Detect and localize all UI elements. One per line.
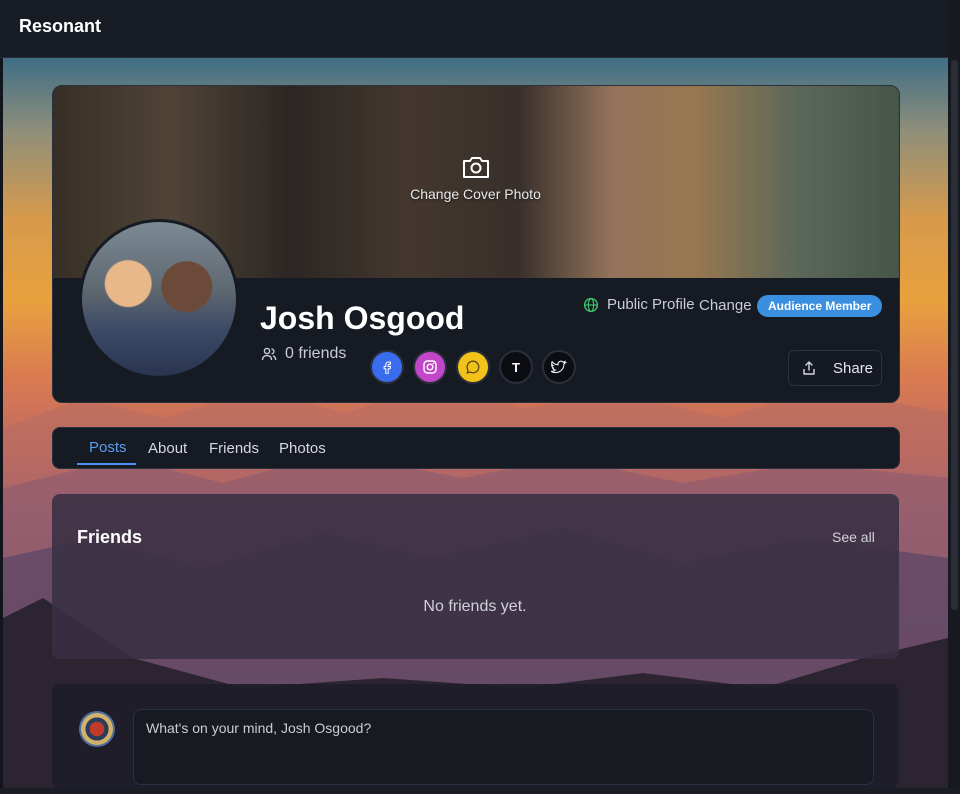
profile-visibility: Public Profile bbox=[583, 296, 695, 313]
share-icon bbox=[803, 361, 815, 375]
page-scrollbar[interactable] bbox=[948, 0, 960, 794]
friends-count[interactable]: 0 friends bbox=[261, 345, 346, 363]
top-navbar: Resonant bbox=[0, 0, 948, 58]
facebook-icon bbox=[383, 361, 392, 374]
profile-name: Josh Osgood bbox=[260, 300, 465, 336]
see-all-link[interactable]: See all bbox=[832, 529, 875, 545]
tab-posts[interactable]: Posts bbox=[89, 439, 127, 456]
globe-icon bbox=[583, 297, 599, 312]
chat-bubble-icon bbox=[466, 360, 480, 374]
tab-friends[interactable]: Friends bbox=[209, 440, 259, 457]
friends-empty-state: No friends yet. bbox=[423, 598, 527, 615]
social-links: T bbox=[370, 350, 576, 384]
friends-title: Friends bbox=[77, 527, 143, 547]
tiktok-letter: T bbox=[512, 359, 520, 375]
tab-about[interactable]: About bbox=[148, 440, 187, 457]
instagram-link[interactable] bbox=[413, 350, 447, 384]
profile-avatar[interactable] bbox=[79, 219, 239, 379]
active-tab-indicator bbox=[77, 463, 136, 465]
brand-logo[interactable]: Resonant bbox=[19, 16, 101, 37]
friends-count-label: 0 friends bbox=[285, 345, 347, 362]
post-composer-input[interactable]: What's on your mind, Josh Osgood? bbox=[133, 709, 874, 785]
change-visibility-link[interactable]: Change bbox=[699, 297, 752, 314]
change-cover-button[interactable]: Change Cover Photo bbox=[393, 154, 558, 214]
visibility-label: Public Profile bbox=[607, 296, 695, 313]
camera-icon bbox=[462, 157, 489, 178]
facebook-link[interactable] bbox=[370, 350, 404, 384]
bottom-edge bbox=[0, 788, 960, 794]
tiktok-link[interactable]: T bbox=[499, 350, 533, 384]
tab-photos[interactable]: Photos bbox=[279, 440, 326, 457]
twitter-bird-icon bbox=[551, 360, 567, 374]
twitter-link[interactable] bbox=[542, 350, 576, 384]
scrollbar-thumb[interactable] bbox=[951, 60, 958, 610]
friends-card bbox=[52, 494, 899, 659]
users-icon bbox=[261, 347, 277, 361]
share-button[interactable]: Share bbox=[788, 350, 882, 386]
share-label: Share bbox=[833, 359, 874, 377]
composer-avatar bbox=[79, 711, 115, 747]
change-cover-label: Change Cover Photo bbox=[410, 186, 541, 202]
audience-member-badge: Audience Member bbox=[757, 295, 883, 317]
messenger-link[interactable] bbox=[456, 350, 490, 384]
instagram-icon bbox=[423, 360, 437, 374]
